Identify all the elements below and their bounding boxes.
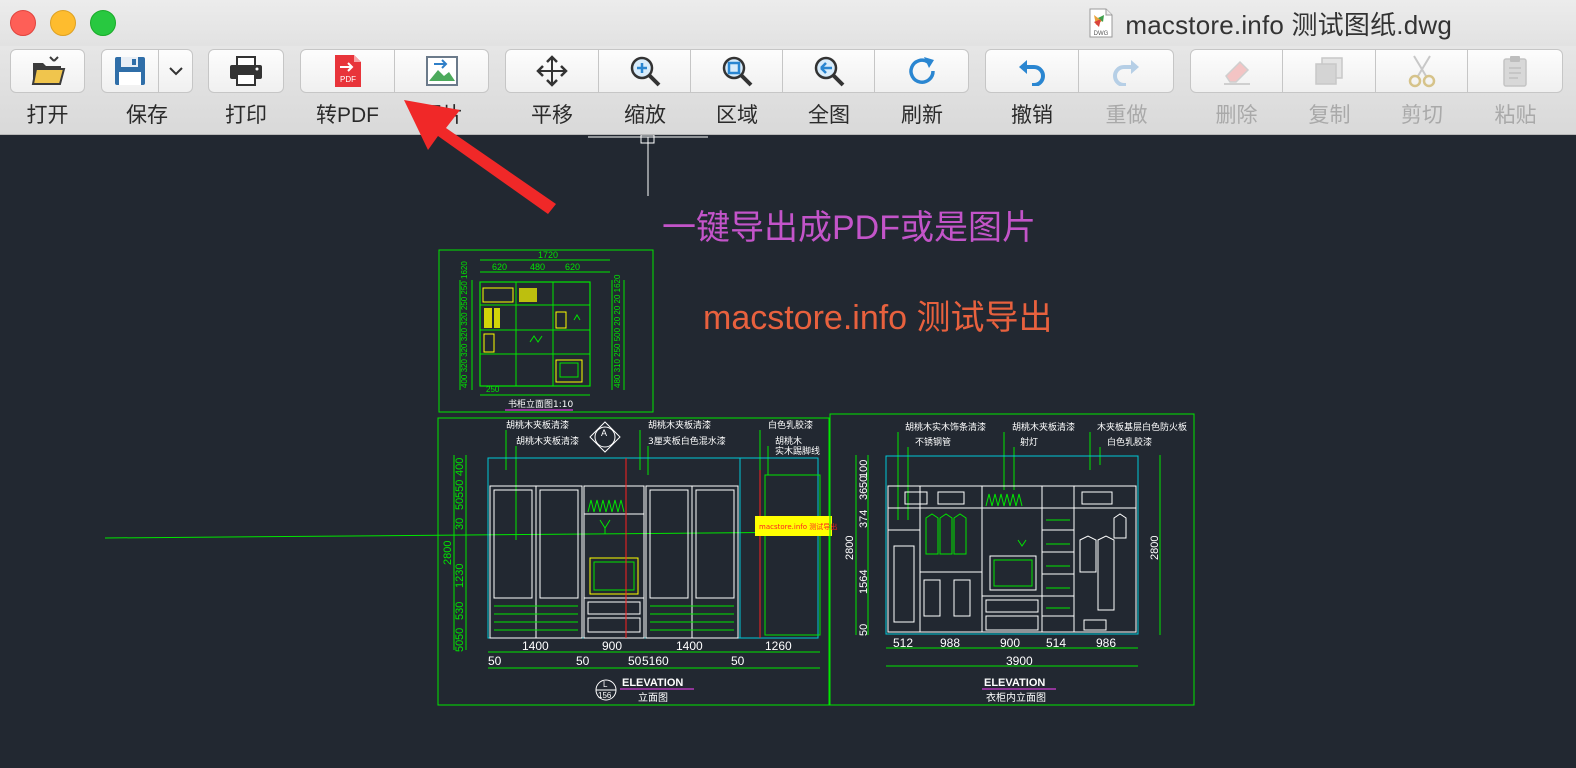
annotation-arrow bbox=[404, 100, 556, 214]
annotation-headline: 一键导出成PDF或是图片 bbox=[662, 209, 1036, 247]
annotation-subline: macstore.info 测试导出 bbox=[703, 299, 1053, 337]
